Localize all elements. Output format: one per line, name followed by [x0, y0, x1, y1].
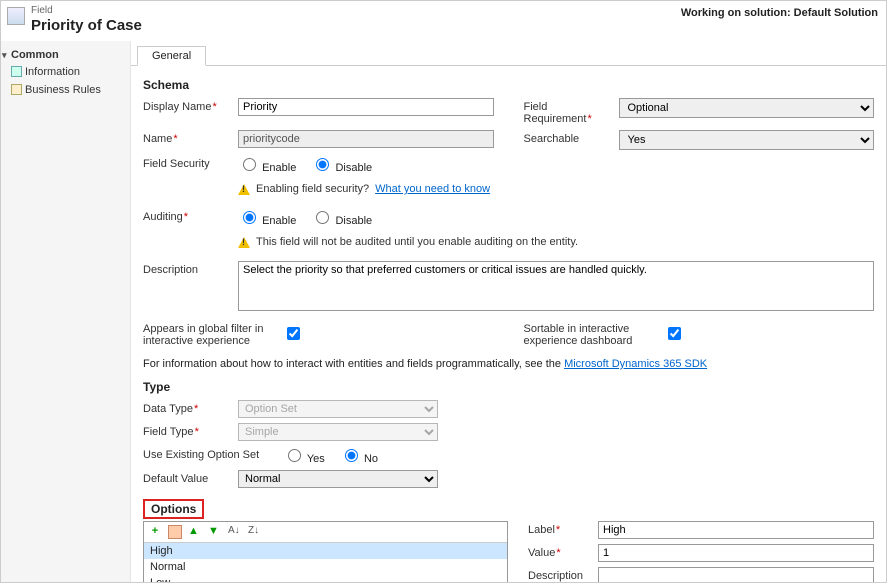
auditing-enable[interactable]: Enable: [238, 215, 296, 227]
warning-icon: [238, 237, 250, 248]
header-kicker: Field: [31, 5, 142, 17]
solution-indicator: Working on solution: Default Solution: [681, 5, 878, 19]
information-icon: [11, 66, 22, 77]
use-existing-yes[interactable]: Yes: [283, 453, 325, 465]
option-value-input[interactable]: [598, 544, 874, 562]
sidebar-item-business-rules[interactable]: Business Rules: [1, 81, 130, 99]
searchable-label: Searchable: [524, 130, 619, 145]
data-type-select: Option Set: [238, 400, 438, 418]
business-rules-icon: [11, 84, 22, 95]
tab-general[interactable]: General: [137, 46, 206, 66]
option-detail: Label* Value* Description Color: [528, 521, 874, 582]
header: Field Priority of Case Working on soluti…: [1, 1, 886, 41]
use-existing-no[interactable]: No: [340, 453, 378, 465]
field-requirement-label: Field Requirement*: [524, 98, 619, 125]
delete-option-icon[interactable]: [168, 525, 182, 539]
default-value-select[interactable]: Normal: [238, 470, 438, 488]
solution-name: Default Solution: [794, 7, 878, 19]
auditing-hint: This field will not be audited until you…: [256, 236, 578, 248]
header-titles: Field Priority of Case: [31, 5, 142, 35]
option-value-label: Value*: [528, 544, 598, 559]
field-security-label: Field Security: [143, 155, 238, 170]
field-security-disable[interactable]: Disable: [311, 162, 372, 174]
form: Schema Display Name* Field Requirement* …: [131, 66, 886, 582]
window: Field Priority of Case Working on soluti…: [0, 0, 887, 583]
field-type-label: Field Type*: [143, 423, 238, 438]
data-type-label: Data Type*: [143, 400, 238, 415]
option-description-textarea[interactable]: [598, 567, 874, 582]
name-label: Name*: [143, 130, 238, 145]
field-requirement-select[interactable]: Optional: [619, 98, 875, 118]
description-textarea[interactable]: Select the priority so that preferred cu…: [238, 261, 874, 311]
appears-global-filter-checkbox[interactable]: [287, 327, 300, 340]
sortable-dashboard-label: Sortable in interactive experience dashb…: [524, 320, 664, 347]
page-title: Priority of Case: [31, 17, 142, 35]
appears-global-filter-label: Appears in global filter in interactive …: [143, 320, 283, 347]
description-label: Description: [143, 261, 238, 276]
auditing-label: Auditing*: [143, 208, 238, 223]
move-down-icon[interactable]: ▼: [208, 525, 222, 539]
sidebar-group-common[interactable]: Common: [1, 47, 130, 63]
field-security-hint: Enabling field security?: [256, 183, 369, 195]
options-title: Options: [143, 499, 204, 519]
add-option-icon[interactable]: +: [148, 525, 162, 539]
field-security-enable[interactable]: Enable: [238, 162, 296, 174]
sortable-dashboard-checkbox[interactable]: [668, 327, 681, 340]
type-title: Type: [143, 380, 874, 394]
display-name-input[interactable]: [238, 98, 494, 116]
sidebar-item-label: Information: [25, 66, 80, 78]
sdk-info: For information about how to interact wi…: [143, 358, 874, 370]
sort-desc-icon[interactable]: Z↓: [248, 525, 262, 539]
body: Common Information Business Rules Genera…: [1, 41, 886, 582]
display-name-label: Display Name*: [143, 98, 238, 113]
schema-title: Schema: [143, 78, 874, 92]
main: General Schema Display Name* Field Requi…: [131, 41, 886, 582]
move-up-icon[interactable]: ▲: [188, 525, 202, 539]
name-input: [238, 130, 494, 148]
sort-asc-icon[interactable]: A↓: [228, 525, 242, 539]
warning-icon: [238, 184, 250, 195]
sidebar: Common Information Business Rules: [1, 41, 131, 582]
option-item[interactable]: Low: [144, 575, 507, 582]
solution-prefix: Working on solution:: [681, 7, 791, 19]
auditing-disable[interactable]: Disable: [311, 215, 372, 227]
sidebar-item-information[interactable]: Information: [1, 63, 130, 81]
option-item[interactable]: High: [144, 543, 507, 559]
entity-field-icon: [7, 7, 25, 25]
default-value-label: Default Value: [143, 470, 238, 485]
tabs: General: [131, 45, 886, 66]
searchable-select[interactable]: Yes: [619, 130, 875, 150]
field-type-select: Simple: [238, 423, 438, 441]
field-security-link[interactable]: What you need to know: [375, 183, 490, 195]
options-list[interactable]: High Normal Low Critical: [144, 543, 507, 582]
use-existing-label: Use Existing Option Set: [143, 446, 283, 461]
option-label-label: Label*: [528, 521, 598, 536]
option-description-label: Description: [528, 567, 598, 582]
options-toolbar: + ▲ ▼ A↓ Z↓: [144, 522, 507, 543]
option-label-input[interactable]: [598, 521, 874, 539]
sidebar-item-label: Business Rules: [25, 84, 101, 96]
sdk-link[interactable]: Microsoft Dynamics 365 SDK: [564, 358, 707, 370]
options-panel: + ▲ ▼ A↓ Z↓ High Normal Low Critical: [143, 521, 508, 582]
option-item[interactable]: Normal: [144, 559, 507, 575]
